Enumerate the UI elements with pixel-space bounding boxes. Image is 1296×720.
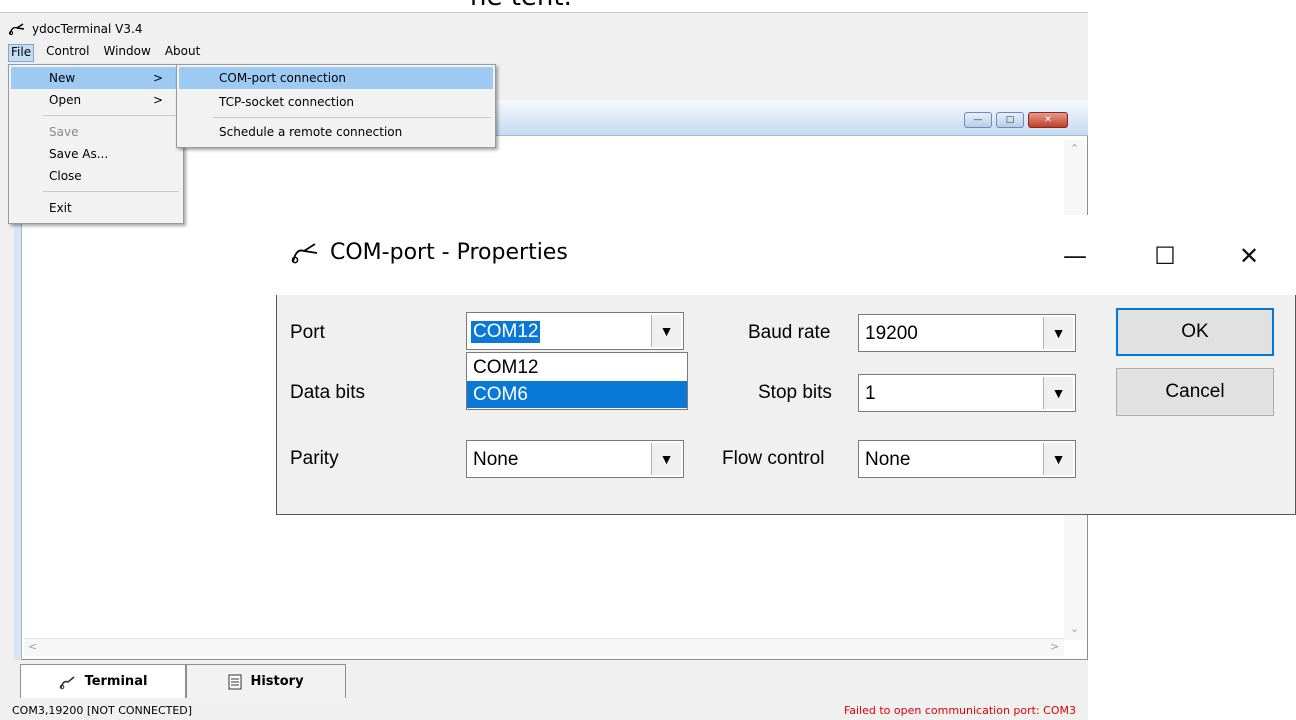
mdi-minimize-button[interactable]: — xyxy=(964,112,992,128)
app-title: ydocTerminal V3.4 xyxy=(32,22,143,36)
menu-item-new[interactable]: New > xyxy=(11,67,181,89)
submenu-item-tcp-socket[interactable]: TCP-socket connection xyxy=(179,91,493,113)
dialog-title-bar: COM-port - Properties xyxy=(290,240,568,265)
scroll-left-icon[interactable]: < xyxy=(28,640,37,653)
tab-terminal-label: Terminal xyxy=(84,674,148,689)
menu-about[interactable]: About xyxy=(163,44,202,62)
baud-rate-select[interactable]: 19200 ▼ xyxy=(858,314,1076,352)
file-menu: New > Open > Save Save As... Close Exit xyxy=(8,64,184,224)
dropdown-arrow-icon[interactable]: ▼ xyxy=(1043,377,1073,409)
port-label: Port xyxy=(290,322,325,343)
tab-history[interactable]: History xyxy=(186,664,346,698)
document-icon xyxy=(228,674,242,689)
menu-separator xyxy=(43,191,179,192)
tab-terminal[interactable]: Terminal xyxy=(20,664,186,698)
app-logo-icon xyxy=(8,23,25,36)
port-option-com12[interactable]: COM12 xyxy=(467,354,687,381)
menu-window[interactable]: Window xyxy=(101,44,152,62)
mdi-close-button[interactable]: ✕ xyxy=(1028,112,1068,128)
submenu-arrow-icon: > xyxy=(152,93,163,107)
stop-bits-select-value: 1 xyxy=(865,383,876,404)
dropdown-arrow-icon[interactable]: ▼ xyxy=(1043,443,1073,475)
menu-item-exit[interactable]: Exit xyxy=(11,197,181,219)
stop-bits-label: Stop bits xyxy=(758,382,832,403)
parity-select[interactable]: None ▼ xyxy=(466,440,684,478)
submenu-item-com-port[interactable]: COM-port connection xyxy=(179,67,493,89)
menu-item-open[interactable]: Open > xyxy=(11,89,181,111)
flow-control-label: Flow control xyxy=(722,448,825,469)
scroll-up-icon[interactable]: ⌃ xyxy=(1070,142,1079,155)
tab-history-label: History xyxy=(250,674,304,689)
error-message: Failed to open communication port: COM3 xyxy=(843,703,1076,717)
menu-control[interactable]: Control xyxy=(44,44,91,62)
menu-item-close[interactable]: Close xyxy=(11,165,181,187)
dropdown-arrow-icon[interactable]: ▼ xyxy=(651,443,681,475)
scroll-right-icon[interactable]: > xyxy=(1050,640,1059,653)
connection-status: COM3,19200 [NOT CONNECTED] xyxy=(12,703,193,717)
port-dropdown-list: COM12 COM6 xyxy=(466,352,688,410)
app-title-bar: ydocTerminal V3.4 xyxy=(8,20,142,38)
dropdown-arrow-icon[interactable]: ▼ xyxy=(651,315,681,347)
stop-bits-select[interactable]: 1 ▼ xyxy=(858,374,1076,412)
submenu-item-schedule-remote[interactable]: Schedule a remote connection xyxy=(179,121,493,143)
dialog-minimize-button[interactable]: — xyxy=(1052,236,1098,276)
baud-rate-select-value: 19200 xyxy=(865,323,918,344)
dropdown-arrow-icon[interactable]: ▼ xyxy=(1043,317,1073,349)
port-select-value: COM12 xyxy=(471,321,541,343)
dialog-close-button[interactable]: ✕ xyxy=(1226,236,1272,276)
baud-rate-label: Baud rate xyxy=(748,322,831,343)
port-select[interactable]: COM12 ▼ xyxy=(466,312,684,350)
menu-item-label: Exit xyxy=(49,201,72,215)
data-bits-label: Data bits xyxy=(290,382,365,403)
menu-item-label: Close xyxy=(49,169,82,183)
parity-select-value: None xyxy=(473,449,519,470)
scroll-down-icon[interactable]: ⌄ xyxy=(1070,622,1079,635)
status-bar: COM3,19200 [NOT CONNECTED] Failed to ope… xyxy=(0,700,1088,720)
menu-item-label: Save As... xyxy=(49,147,109,161)
menu-separator xyxy=(43,115,179,116)
flow-control-select[interactable]: None ▼ xyxy=(858,440,1076,478)
menu-file[interactable]: File xyxy=(8,44,35,62)
new-submenu: COM-port connection TCP-socket connectio… xyxy=(176,64,496,148)
menu-item-save: Save xyxy=(11,121,181,143)
mdi-restore-button[interactable]: □ xyxy=(996,112,1024,128)
dialog-maximize-button[interactable]: ☐ xyxy=(1142,236,1188,276)
menu-separator xyxy=(213,117,491,118)
menubar: File Control Window About xyxy=(8,44,202,62)
dialog-title: COM-port - Properties xyxy=(330,240,568,265)
port-option-com6[interactable]: COM6 xyxy=(467,381,687,408)
menu-item-label: Save xyxy=(49,125,79,139)
parity-label: Parity xyxy=(290,448,339,469)
cropped-banner-text: ne tent. xyxy=(470,0,572,12)
flow-control-select-value: None xyxy=(865,449,911,470)
horizontal-scrollbar[interactable]: < > xyxy=(24,638,1064,656)
terminal-icon xyxy=(59,675,75,689)
menu-item-label: Open xyxy=(49,93,82,107)
app-logo-icon xyxy=(291,242,318,263)
menu-item-label: New xyxy=(49,71,76,85)
cancel-button[interactable]: Cancel xyxy=(1116,368,1274,416)
submenu-arrow-icon: > xyxy=(152,71,163,85)
menu-item-save-as[interactable]: Save As... xyxy=(11,143,181,165)
ok-button[interactable]: OK xyxy=(1116,308,1274,356)
